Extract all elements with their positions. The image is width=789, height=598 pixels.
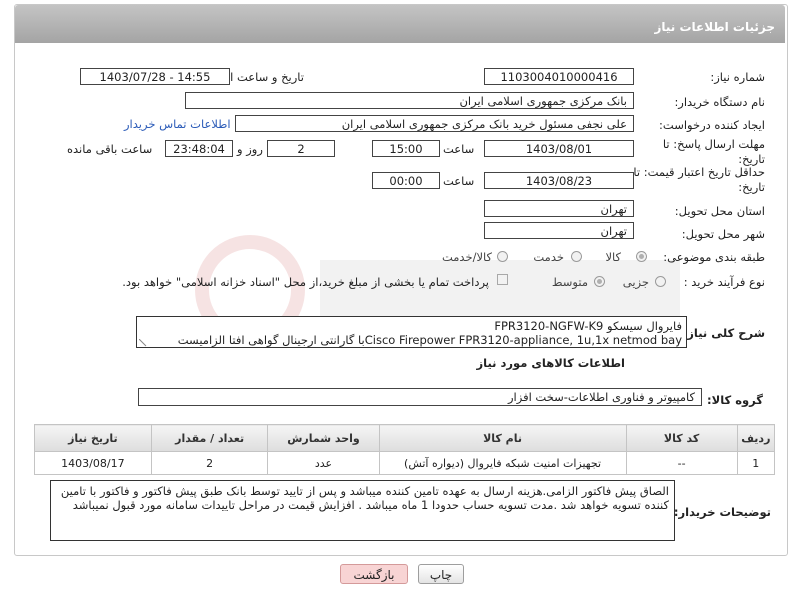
requester-value: علی نجفی مسئول خرید بانک مرکزی جمهوری اس…: [235, 115, 634, 132]
col-unit: واحد شمارش: [267, 424, 380, 452]
reply-time-label: ساعت: [443, 142, 475, 156]
province-value: تهران: [484, 200, 634, 217]
purchase-radio-medium[interactable]: [594, 276, 605, 287]
col-quantity: تعداد / مقدار: [150, 424, 269, 452]
table-row: 1 -- تجهیزات امنیت شبکه فایروال (دیواره …: [34, 451, 776, 475]
goods-group-label: گروه کالا:: [707, 393, 763, 407]
buyer-notes-label: توضیحات خریدار:: [673, 505, 771, 519]
cell-date: 1403/08/17: [34, 451, 152, 475]
purchase-radio-minor[interactable]: [655, 276, 666, 287]
goods-table: ردیف کد کالا نام کالا واحد شمارش تعداد /…: [34, 424, 776, 475]
reply-date-value: 1403/08/01: [484, 140, 634, 157]
buyer-notes-text: الصاق پیش فاکتور الزامی.هزینه ارسال به ع…: [60, 484, 669, 512]
buyer-notes-textarea[interactable]: الصاق پیش فاکتور الزامی.هزینه ارسال به ع…: [50, 480, 675, 541]
purchase-option-minor: جزیی: [622, 275, 649, 289]
col-row: ردیف: [736, 424, 776, 452]
need-number-value: 1103004010000416: [484, 68, 634, 85]
province-label: استان محل تحویل:: [674, 204, 765, 218]
buyer-contact-link[interactable]: اطلاعات تماس خریدار: [124, 117, 231, 131]
category-radio-both[interactable]: [497, 251, 508, 262]
goods-section-title: اطلاعات کالاهای مورد نیاز: [476, 356, 625, 370]
col-name: نام کالا: [378, 424, 627, 452]
city-label: شهر محل تحویل:: [681, 227, 765, 241]
category-option-goods: کالا: [605, 250, 621, 264]
requester-label: ایجاد کننده درخواست:: [659, 118, 765, 132]
summary-textarea[interactable]: فایروال سیسکو FPR3120-NGFW-K9 Cisco Fire…: [136, 316, 687, 348]
remaining-time-value: 23:48:04: [165, 140, 233, 157]
category-radio-service[interactable]: [571, 251, 582, 262]
back-button[interactable]: بازگشت: [340, 564, 408, 584]
reply-deadline-label: مهلت ارسال پاسخ: تا تاریخ:: [662, 137, 765, 166]
resize-grip-icon[interactable]: [139, 339, 147, 347]
col-code: کد کالا: [625, 424, 738, 452]
remaining-time-label: ساعت باقی مانده: [67, 142, 153, 156]
category-option-service: خدمت: [533, 250, 564, 264]
purchase-option-medium: متوسط: [551, 275, 588, 289]
cell-quantity: 2: [150, 451, 269, 475]
reply-days-value: 2: [267, 140, 335, 157]
treasury-payment-checkbox[interactable]: [497, 274, 508, 285]
summary-label: شرح کلی نیاز:: [682, 326, 765, 340]
cell-code: --: [625, 451, 738, 475]
need-number-label: شماره نیاز:: [710, 70, 765, 84]
category-option-both: کالا/خدمت: [441, 250, 492, 264]
reply-time-value: 15:00: [372, 140, 440, 157]
price-validity-time-label: ساعت: [443, 174, 475, 188]
buyer-org-label: نام دستگاه خریدار:: [674, 95, 765, 109]
reply-days-label: روز و: [237, 142, 263, 156]
purchase-type-label: نوع فرآیند خرید :: [683, 275, 765, 289]
category-radio-goods[interactable]: [636, 251, 647, 262]
city-value: تهران: [484, 222, 634, 239]
summary-line-2: Cisco Firepower FPR3120-appliance, 1u,1x…: [177, 333, 682, 347]
price-validity-date: 1403/08/23: [484, 172, 634, 189]
price-validity-time: 00:00: [372, 172, 440, 189]
goods-group-value: کامپیوتر و فناوری اطلاعات-سخت افزار: [138, 388, 702, 406]
panel-header: جزئیات اطلاعات نیاز: [15, 5, 785, 43]
announce-datetime-value: 1403/07/28 - 14:55: [80, 68, 230, 85]
treasury-payment-note: پرداخت تمام یا بخشی از مبلغ خرید،از محل …: [122, 275, 489, 289]
price-validity-label: حداقل تاریخ اعتبار قیمت: تا تاریخ:: [633, 165, 765, 194]
buyer-org-value: بانک مرکزی جمهوری اسلامی ایران: [185, 92, 634, 109]
cell-name: تجهیزات امنیت شبکه فایروال (دیواره آتش): [378, 451, 627, 475]
cell-unit: عدد: [267, 451, 380, 475]
col-date: تاریخ نیاز: [34, 424, 152, 452]
category-label: طبقه بندی موضوعی:: [663, 250, 765, 264]
cell-row: 1: [736, 451, 776, 475]
panel-title: جزئیات اطلاعات نیاز: [654, 20, 775, 34]
print-button[interactable]: چاپ: [418, 564, 464, 584]
summary-line-1: فایروال سیسکو FPR3120-NGFW-K9: [494, 319, 682, 333]
